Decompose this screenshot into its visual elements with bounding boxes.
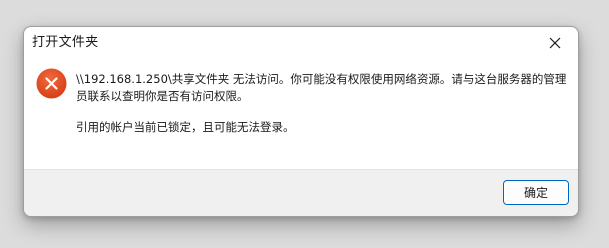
ok-button[interactable]: 确定: [503, 180, 569, 205]
error-message-primary: \\192.168.1.250\共享文件夹 无法访问。你可能没有权限使用网络资源…: [76, 72, 567, 103]
dialog-body: \\192.168.1.250\共享文件夹 无法访问。你可能没有权限使用网络资源…: [24, 59, 578, 170]
error-message-secondary: 引用的帐户当前已锁定，且可能无法登录。: [76, 120, 295, 134]
open-folder-error-dialog: 打开文件夹 \\192.168.1.250\共享文件夹 无法访问。你可能没有权限…: [23, 26, 579, 217]
close-icon: [549, 37, 561, 49]
dialog-footer: 确定: [24, 169, 578, 216]
error-message: \\192.168.1.250\共享文件夹 无法访问。你可能没有权限使用网络资源…: [76, 71, 568, 136]
error-icon: [36, 68, 67, 99]
dialog-title: 打开文件夹: [32, 35, 99, 50]
dialog-titlebar: 打开文件夹: [24, 27, 578, 59]
close-button[interactable]: [532, 27, 578, 59]
